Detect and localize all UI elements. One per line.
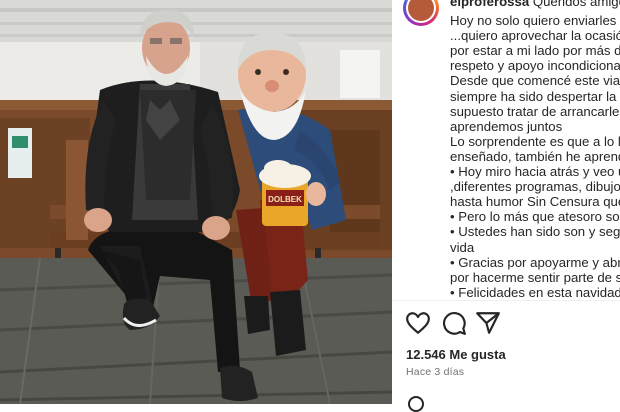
caption-line: • Gracias por apoyarme y abrirm (450, 254, 620, 270)
caption-line: ,diferentes programas, dibujos ,c (450, 179, 620, 195)
caption-line: • Hoy miro hacia atrás y veo un (450, 164, 620, 179)
caption-line: • Ustedes han sido son y seguirá (450, 224, 620, 240)
caption-line: Hoy no solo quiero enviarles un (450, 13, 620, 28)
caption-line: por estar a mi lado por más de c (450, 43, 620, 59)
username-link[interactable]: elproferossa (450, 0, 529, 9)
caption-line: por hacerme sentir parte de sus (450, 269, 620, 285)
post-photo: DOLBEK (0, 0, 392, 404)
caption-line: Desde que comencé este viaje c (450, 73, 620, 89)
emoji-icon[interactable] (408, 396, 424, 412)
caption-header: elproferossa Queridos amigos (450, 0, 620, 10)
mug-label: DOLBEK (268, 195, 302, 204)
photo-illustration: DOLBEK (0, 0, 392, 404)
caption-line: • Pero lo más que atesoro son lo (450, 209, 620, 225)
comment-icon[interactable] (441, 310, 467, 336)
post-caption: elproferossa Queridos amigos Hoy no solo… (392, 0, 620, 300)
caption-line: vida (450, 239, 475, 255)
likes-count[interactable]: 12.546 Me gusta (406, 347, 506, 362)
caption-line: respeto y apoyo incondicional (450, 58, 620, 74)
share-icon[interactable] (475, 310, 501, 336)
caption-line: siempre ha sido despertar la cur (450, 88, 620, 104)
divider (392, 300, 620, 301)
caption-line: ...quiero aprovechar la ocasión p (450, 28, 620, 44)
heart-icon[interactable] (405, 310, 431, 336)
post-timestamp[interactable]: Hace 3 días (406, 366, 464, 378)
caption-line: aprendemos juntos (450, 118, 563, 134)
caption-line: Lo sorprendente es que a lo larg (450, 133, 620, 149)
caption-line: hasta humor Sin Censura que co (450, 194, 620, 210)
caption-line: • Felicidades en esta navidad y c (450, 284, 620, 300)
caption-line: enseñado, también he aprendid (450, 148, 620, 164)
caption-line: supuesto tratar de arrancarles u (450, 103, 620, 119)
caption-first-line: Queridos amigos (532, 0, 620, 9)
